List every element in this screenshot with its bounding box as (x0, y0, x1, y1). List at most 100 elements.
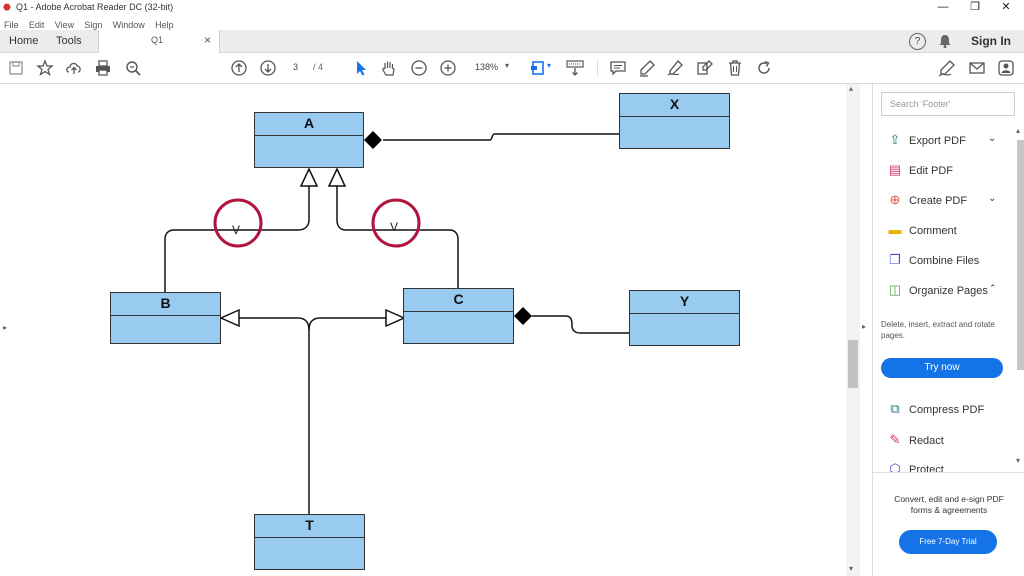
title-bar: ⬣ Q1 - Adobe Acrobat Reader DC (32-bit) … (0, 0, 1024, 16)
tab-bar: Home Tools Q1 × ? Sign In (0, 30, 1024, 53)
menu-help[interactable]: Help (155, 20, 174, 30)
tool-compress-pdf[interactable]: ⧉ Compress PDF (887, 399, 984, 419)
redact-icon: ✎ (889, 432, 901, 447)
share-user-icon[interactable] (997, 59, 1015, 77)
free-trial-button[interactable]: Free 7-Day Trial (899, 530, 997, 554)
minimize-button[interactable]: — (928, 0, 958, 16)
menu-sign[interactable]: Sign (84, 20, 102, 30)
tools-search-input[interactable]: Search 'Footer' (881, 92, 1015, 116)
uml-class-a: A (254, 112, 364, 168)
menu-bar: File Edit View Sign Window Help (0, 16, 1024, 30)
tools-panel: Search 'Footer' ▴ ▾ ⇪ Export PDF ⌄ ▤ Edit … (872, 84, 1024, 576)
zoom-level-select[interactable]: 138% (475, 62, 498, 72)
organize-pages-chevron-up-icon[interactable]: ⌃ (989, 283, 997, 294)
print-icon[interactable] (94, 59, 112, 77)
export-pdf-chevron-icon[interactable]: ⌄ (988, 133, 996, 144)
next-page-icon[interactable] (259, 59, 277, 77)
tool-create-pdf[interactable]: ⊕ Create PDF (887, 190, 968, 210)
highlight-pen-icon[interactable] (638, 59, 656, 77)
close-window-button[interactable]: ✕ (991, 0, 1021, 16)
save-icon[interactable] (7, 59, 25, 77)
tool-combine-files[interactable]: ❐ Combine Files (887, 250, 979, 270)
combine-files-icon: ❐ (889, 252, 901, 267)
edit-pdf-icon: ▤ (888, 162, 902, 177)
generalization-arrow-b-a (299, 167, 319, 187)
draw-freehand-icon[interactable] (667, 59, 685, 77)
scroll-down-icon[interactable]: ▾ (849, 564, 853, 573)
organize-pages-icon: ◫ (888, 282, 902, 297)
scroll-up-icon[interactable]: ▴ (849, 84, 853, 93)
tool-comment[interactable]: ▬ Comment (887, 220, 957, 240)
right-panel-collapse-icon[interactable]: ▸ (862, 322, 866, 331)
uml-class-t: T (254, 514, 365, 570)
panel-scrollbar[interactable]: ▴ ▾ (1015, 126, 1024, 466)
generalization-arrow-t-b (219, 308, 240, 328)
uml-class-x: X (619, 93, 730, 149)
scroll-mode-icon[interactable] (566, 59, 584, 77)
menu-file[interactable]: File (4, 20, 19, 30)
tab-document[interactable]: Q1 × (98, 30, 220, 53)
notification-bell-icon[interactable] (937, 33, 953, 49)
zoom-out-icon[interactable] (410, 59, 428, 77)
connector-t-b (239, 317, 310, 514)
email-icon[interactable] (968, 59, 986, 77)
protect-icon: ⬡ (889, 461, 901, 472)
tab-close-icon[interactable]: × (204, 33, 211, 47)
fit-page-dropdown-icon[interactable]: ▾ (547, 61, 551, 70)
page-number-input[interactable]: 3 (293, 62, 298, 72)
menu-window[interactable]: Window (113, 20, 145, 30)
select-arrow-icon[interactable] (352, 59, 370, 77)
uml-class-c: C (403, 288, 514, 344)
try-now-button[interactable]: Try now (881, 358, 1003, 378)
tool-protect[interactable]: ⬡ Protect (887, 459, 944, 472)
export-pdf-icon: ⇪ (889, 132, 901, 147)
panel-divider (873, 472, 1024, 473)
edit-sign-icon[interactable] (938, 59, 956, 77)
menu-view[interactable]: View (55, 20, 74, 30)
document-scrollbar[interactable]: ▴ ▾ (846, 84, 860, 576)
tool-edit-pdf[interactable]: ▤ Edit PDF (887, 160, 953, 180)
fit-page-icon[interactable] (530, 59, 548, 77)
zoom-in-icon[interactable] (439, 59, 457, 77)
sign-in-button[interactable]: Sign In (971, 34, 1011, 48)
uml-class-y: Y (629, 290, 740, 346)
acrobat-logo-icon: ⬣ (3, 2, 11, 12)
class-y-name: Y (630, 291, 739, 314)
upload-cloud-icon[interactable] (65, 59, 83, 77)
scrollbar-thumb[interactable] (848, 340, 858, 388)
connector-a-x (383, 133, 620, 141)
tool-redact[interactable]: ✎ Redact (887, 430, 944, 450)
page-total: / 4 (313, 62, 324, 72)
compress-pdf-icon: ⧉ (890, 401, 900, 416)
rotate-icon[interactable] (755, 59, 773, 77)
zoom-dropdown-icon[interactable]: ▾ (505, 61, 509, 70)
toolbar-divider (597, 59, 598, 77)
tab-home[interactable]: Home (9, 30, 38, 52)
tab-tools[interactable]: Tools (56, 30, 82, 52)
uml-class-b: B (110, 292, 221, 344)
zoom-search-icon[interactable] (124, 59, 142, 77)
circle-left-mark: V (232, 223, 241, 237)
help-icon[interactable]: ? (909, 33, 926, 50)
menu-edit[interactable]: Edit (29, 20, 45, 30)
panel-scrollbar-thumb[interactable] (1017, 140, 1024, 370)
tool-organize-pages[interactable]: ◫ Organize Pages (887, 280, 988, 300)
maximize-button[interactable]: ❐ (960, 0, 990, 16)
document-viewport[interactable]: ▸ V V A X B C Y T (0, 84, 860, 576)
generalization-arrow-c-a (327, 167, 347, 187)
comment-icon[interactable] (609, 59, 627, 77)
promo-text: Convert, edit and e-sign PDF forms & agr… (894, 494, 1004, 515)
generalization-arrow-t-c (385, 308, 406, 328)
connector-b-a (164, 186, 310, 292)
previous-page-icon[interactable] (230, 59, 248, 77)
hand-tool-icon[interactable] (380, 59, 398, 77)
connector-c-y (532, 315, 629, 334)
circle-right-mark: V (390, 220, 399, 234)
search-placeholder: Search 'Footer' (890, 99, 951, 109)
create-pdf-icon: ⊕ (889, 192, 901, 207)
create-pdf-chevron-icon[interactable]: ⌄ (988, 193, 996, 204)
bookmark-star-icon[interactable] (36, 59, 54, 77)
fill-sign-icon[interactable] (696, 59, 714, 77)
delete-trash-icon[interactable] (726, 59, 744, 77)
tool-export-pdf[interactable]: ⇪ Export PDF (887, 130, 966, 150)
